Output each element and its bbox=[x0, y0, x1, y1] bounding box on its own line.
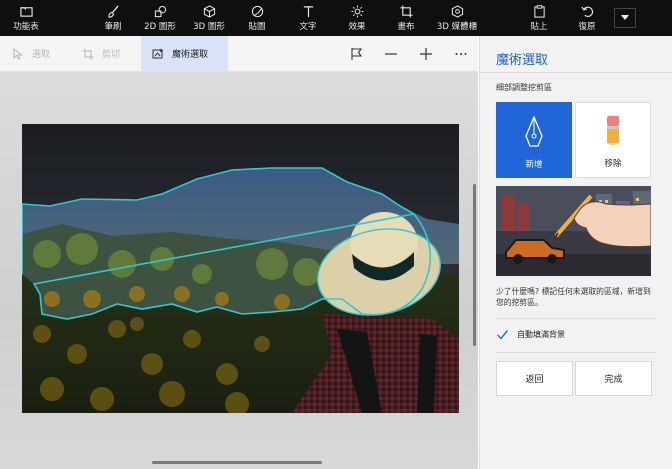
brushes-label: 筆刷 bbox=[104, 21, 122, 32]
zoom-out-button[interactable] bbox=[382, 45, 400, 63]
undo-label: 復原 bbox=[578, 21, 596, 32]
shapes-3d-label: 3D 圖形 bbox=[193, 21, 225, 32]
tool-bar: 選取 剪切 魔術選取 bbox=[0, 36, 478, 72]
tutorial-illustration bbox=[496, 186, 651, 276]
zoom-in-button[interactable] bbox=[417, 45, 435, 63]
canvas-photo[interactable] bbox=[22, 124, 459, 413]
undo-button[interactable]: 復原 bbox=[572, 0, 602, 36]
stickers-label: 貼圖 bbox=[248, 21, 266, 32]
sticker-icon bbox=[251, 5, 263, 17]
crop-label: 剪切 bbox=[102, 50, 121, 60]
shapes-3d-button[interactable]: 3D 圖形 bbox=[188, 0, 230, 36]
brush-icon bbox=[107, 5, 119, 18]
plus-icon bbox=[420, 48, 432, 60]
menu-label: 功能表 bbox=[13, 21, 39, 32]
effects-label: 效果 bbox=[348, 21, 366, 32]
magic-select-panel: 魔術選取 細部調整挖剪區 新增 移除 少了什麼嗎? 標記任何未選取的區域，新增到… bbox=[479, 36, 672, 469]
autofill-checkbox[interactable]: 自動填滿背景 bbox=[496, 328, 565, 341]
stickers-button[interactable]: 貼圖 bbox=[240, 0, 274, 36]
panel-subtitle: 細部調整挖剪區 bbox=[496, 83, 552, 92]
brushes-button[interactable]: 筆刷 bbox=[96, 0, 130, 36]
remove-mode-button[interactable]: 移除 bbox=[575, 102, 651, 178]
crop-icon bbox=[82, 48, 94, 59]
panel-divider bbox=[496, 318, 656, 319]
tip-text: 少了什麼嗎? 標記任何未選取的區域，新增到您的挖剪區。 bbox=[496, 287, 651, 307]
canvas-area[interactable] bbox=[0, 72, 478, 469]
library-3d-label: 3D 媒體櫃 bbox=[436, 21, 478, 32]
checkmark-icon bbox=[497, 330, 509, 340]
magic-select-photo bbox=[22, 124, 459, 413]
paste-button[interactable]: 貼上 bbox=[524, 0, 554, 36]
minus-icon bbox=[385, 53, 397, 55]
library-3d-button[interactable]: 3D 媒體櫃 bbox=[432, 0, 482, 36]
more-options-button[interactable] bbox=[452, 45, 470, 63]
select-label: 選取 bbox=[32, 50, 51, 60]
magic-select-label: 魔術選取 bbox=[172, 50, 209, 60]
back-button[interactable]: 返回 bbox=[496, 361, 573, 396]
add-mode-button[interactable]: 新增 bbox=[496, 102, 572, 178]
canvas-button[interactable]: 畫布 bbox=[390, 0, 422, 36]
menu-button[interactable]: 功能表 bbox=[6, 0, 46, 36]
ellipsis-icon bbox=[455, 53, 467, 55]
flag-icon bbox=[351, 48, 363, 60]
select-tool[interactable]: 選取 bbox=[12, 36, 72, 71]
folder-icon bbox=[19, 6, 33, 17]
undo-icon bbox=[580, 6, 593, 17]
panel-divider bbox=[496, 352, 656, 353]
top-ribbon: 功能表 筆刷 2D 圖形 3D 圖形 貼圖 文字 效果 畫布 3D 媒體櫃 貼上… bbox=[0, 0, 672, 36]
crop-canvas-icon bbox=[399, 4, 413, 18]
vertical-scrollbar[interactable] bbox=[473, 184, 476, 346]
panel-title: 魔術選取 bbox=[496, 53, 549, 68]
flag-button[interactable] bbox=[348, 45, 366, 63]
horizontal-scrollbar[interactable] bbox=[152, 461, 322, 464]
paste-label: 貼上 bbox=[530, 21, 548, 32]
effects-button[interactable]: 效果 bbox=[340, 0, 374, 36]
shapes-2d-label: 2D 圖形 bbox=[144, 21, 176, 32]
add-label: 新增 bbox=[525, 160, 543, 170]
autofill-label: 自動填滿背景 bbox=[517, 330, 565, 339]
cube-icon bbox=[203, 4, 215, 18]
pen-nib-icon bbox=[525, 116, 543, 147]
text-button[interactable]: 文字 bbox=[292, 0, 324, 36]
remove-label: 移除 bbox=[604, 159, 622, 169]
magic-select-tool[interactable]: 魔術選取 bbox=[141, 36, 228, 71]
text-icon bbox=[303, 5, 313, 17]
shapes-2d-icon bbox=[154, 5, 166, 17]
sun-icon bbox=[350, 4, 364, 18]
shapes-2d-button[interactable]: 2D 圖形 bbox=[140, 0, 180, 36]
panel-divider bbox=[480, 72, 672, 73]
canvas-label: 畫布 bbox=[397, 21, 415, 32]
text-label: 文字 bbox=[299, 21, 317, 32]
eraser-icon bbox=[607, 116, 619, 146]
expand-ribbon-button[interactable] bbox=[614, 8, 636, 28]
crop-tool[interactable]: 剪切 bbox=[82, 36, 142, 71]
chevron-down-icon bbox=[621, 15, 629, 20]
cursor-icon bbox=[13, 47, 23, 60]
magic-select-icon bbox=[152, 48, 164, 58]
library-3d-icon bbox=[451, 4, 463, 18]
paste-icon bbox=[533, 4, 545, 18]
done-button[interactable]: 完成 bbox=[575, 361, 652, 396]
